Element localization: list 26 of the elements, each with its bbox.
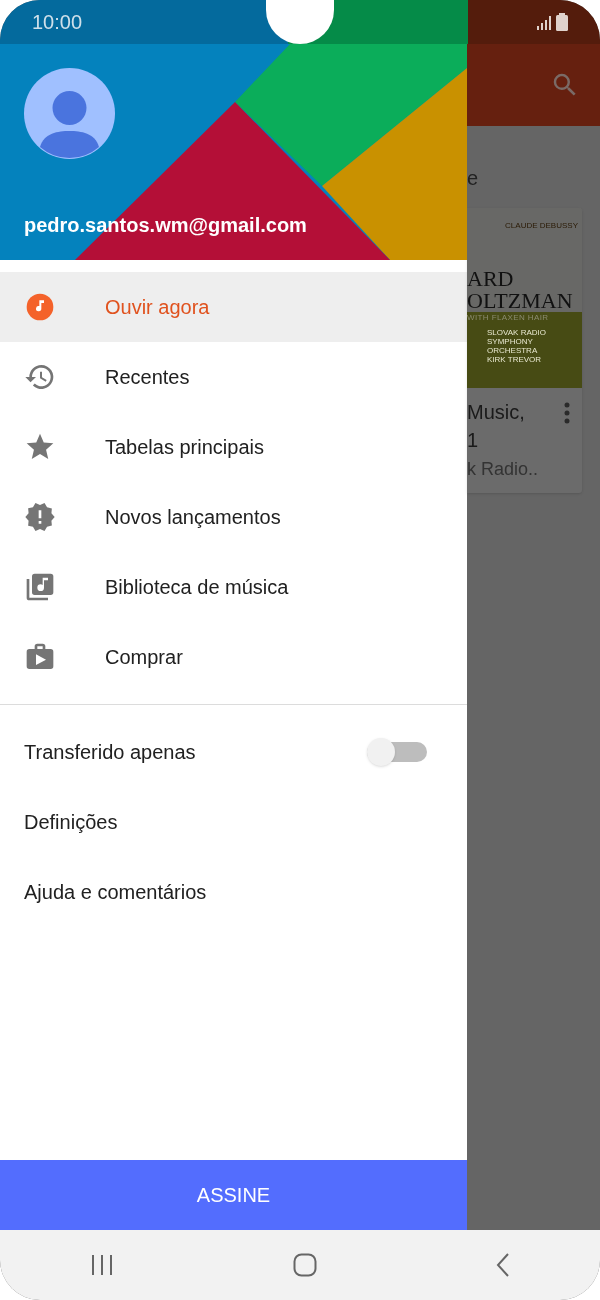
more-options-icon[interactable] xyxy=(564,402,570,424)
cover-subtitle: WITH FLAXEN HAIR xyxy=(467,312,550,324)
back-icon[interactable] xyxy=(496,1253,511,1277)
music-library-icon xyxy=(24,571,56,603)
alert-badge-icon xyxy=(24,501,56,533)
subscribe-button[interactable]: ASSINE xyxy=(0,1160,467,1230)
settings-link[interactable]: Definições xyxy=(0,787,467,857)
music-note-icon xyxy=(24,291,56,323)
avatar-icon[interactable] xyxy=(24,68,115,159)
home-icon[interactable] xyxy=(293,1253,317,1277)
battery-icon xyxy=(556,13,568,31)
cover-composer: CLAUDE DEBUSSY xyxy=(504,220,579,232)
cover-credits: KIRK TREVOR xyxy=(487,355,543,364)
card-title: 1 xyxy=(467,428,480,453)
cover-credits: SLOVAK RADIO SYMPHONY ORCHESTRA xyxy=(487,328,547,355)
settings-link[interactable]: Ajuda e comentários xyxy=(0,857,467,927)
status-time: 10:00 xyxy=(32,10,83,35)
cover-title: ARD xyxy=(467,268,515,290)
album-card[interactable]: CLAUDE DEBUSSY ARD OLTZMAN WITH FLAXEN HAIR SLOVAK RADIO SYMPHONY ORCHESTRA KIRK TREVOR Music, 1 k Radio.. xyxy=(467,208,582,493)
recent-apps-icon[interactable] xyxy=(89,1254,114,1276)
card-title: Music, xyxy=(467,400,525,425)
signal-icon xyxy=(536,15,552,31)
setting-label: Transferido apenas xyxy=(24,740,196,765)
cover-title: OLTZMAN xyxy=(467,290,574,312)
card-subtitle: k Radio.. xyxy=(467,458,540,481)
section-heading: e xyxy=(467,168,480,188)
